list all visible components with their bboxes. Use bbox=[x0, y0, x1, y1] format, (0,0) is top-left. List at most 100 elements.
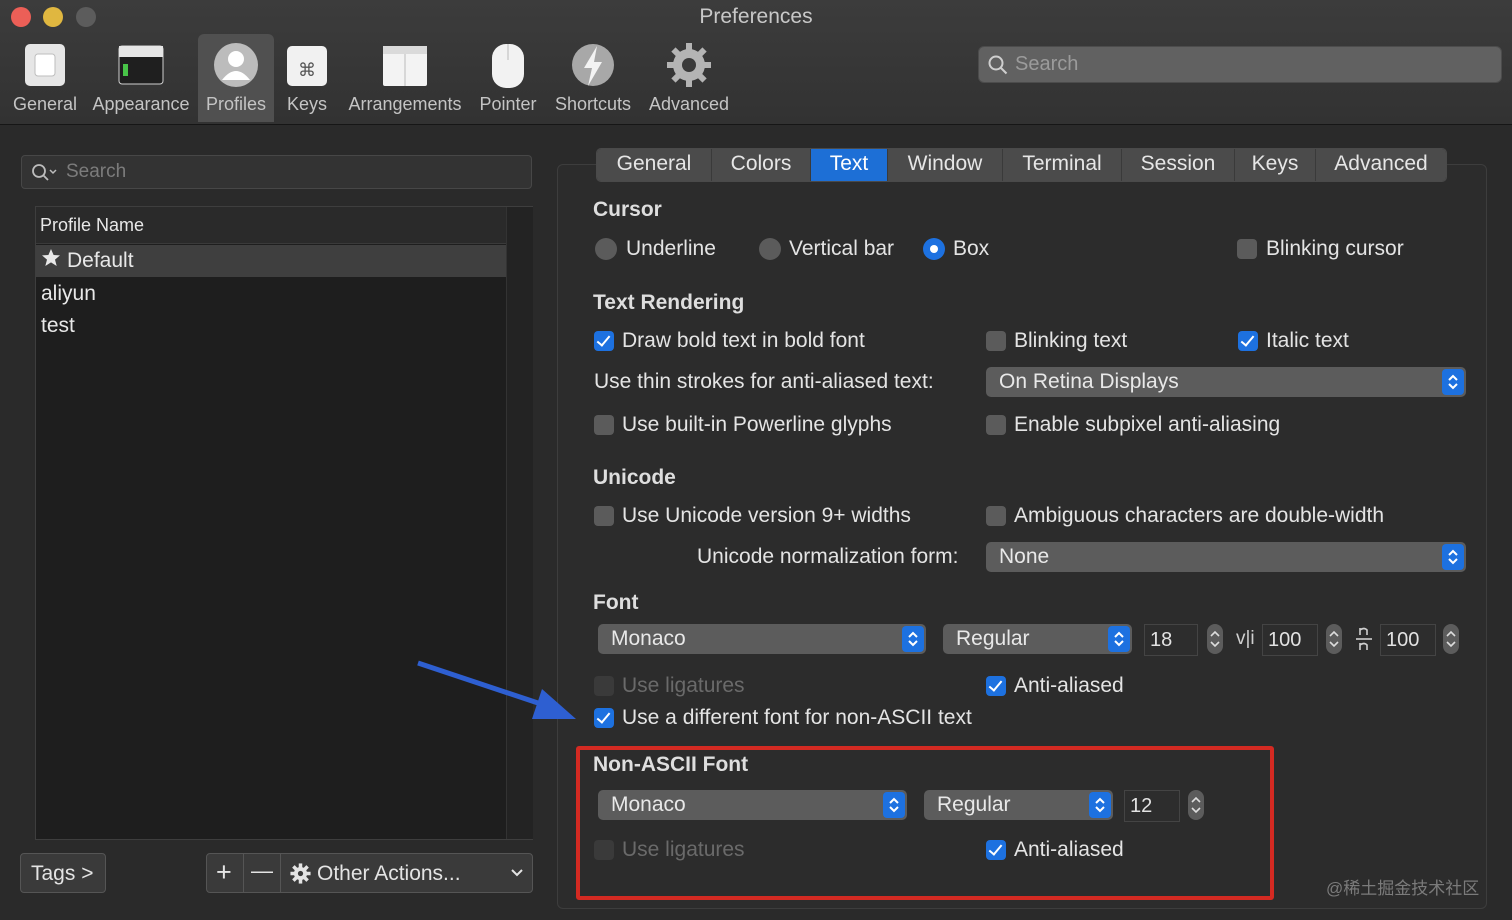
cursor-underline-label[interactable]: Underline bbox=[626, 237, 716, 261]
search-dropdown-icon bbox=[32, 164, 57, 181]
cursor-vertical-bar-label[interactable]: Vertical bar bbox=[789, 237, 894, 261]
font-antialiased-label[interactable]: Anti-aliased bbox=[1014, 674, 1124, 698]
tab-colors[interactable]: Colors bbox=[712, 149, 811, 181]
normalization-form-label: Unicode normalization form: bbox=[697, 545, 959, 568]
bold-font-label[interactable]: Draw bold text in bold font bbox=[622, 329, 865, 353]
font-ligatures-checkbox[interactable] bbox=[594, 676, 614, 696]
normalization-form-popup[interactable]: None bbox=[986, 542, 1466, 572]
tab-window[interactable]: Window bbox=[888, 149, 1003, 181]
profile-name-column-header[interactable]: Profile Name bbox=[36, 207, 506, 244]
profile-row-default[interactable]: Default bbox=[36, 245, 506, 277]
annotation-arrow-icon bbox=[417, 660, 576, 719]
cursor-vertical-bar-radio[interactable] bbox=[759, 238, 781, 260]
text-rendering-heading: Text Rendering bbox=[593, 291, 745, 314]
toolbar-general[interactable]: General bbox=[6, 34, 84, 122]
remove-profile-button[interactable]: — bbox=[244, 854, 281, 892]
blinking-cursor-label[interactable]: Blinking cursor bbox=[1266, 237, 1404, 261]
profile-search-input[interactable] bbox=[66, 156, 506, 188]
toolbar-keys[interactable]: ⌘ Keys bbox=[280, 34, 334, 122]
italic-text-checkbox[interactable] bbox=[1238, 331, 1258, 351]
mouse-pointer-icon bbox=[492, 44, 524, 88]
font-family-value: Monaco bbox=[611, 627, 686, 650]
ambiguous-double-width-label[interactable]: Ambiguous characters are double-width bbox=[1014, 504, 1384, 528]
powerline-glyphs-checkbox[interactable] bbox=[594, 415, 614, 435]
thin-strokes-popup[interactable]: On Retina Displays bbox=[986, 367, 1466, 397]
bold-font-checkbox[interactable] bbox=[594, 331, 614, 351]
horizontal-spacing-value: 100 bbox=[1386, 629, 1420, 651]
non-ascii-font-toggle-label[interactable]: Use a different font for non-ASCII text bbox=[622, 706, 972, 730]
toolbar-label: Arrangements bbox=[348, 94, 462, 114]
font-ligatures-label: Use ligatures bbox=[622, 674, 745, 697]
blinking-text-label[interactable]: Blinking text bbox=[1014, 329, 1127, 353]
lightning-bolt-icon bbox=[572, 44, 614, 86]
arrangements-window-icon bbox=[383, 46, 427, 86]
thin-strokes-label: Use thin strokes for anti-aliased text: bbox=[594, 370, 934, 393]
toolbar-arrangements[interactable]: Arrangements bbox=[342, 34, 468, 122]
tab-keys[interactable]: Keys bbox=[1235, 149, 1316, 181]
vertical-spacing-icon: v|i bbox=[1236, 628, 1255, 649]
toolbar-label: Advanced bbox=[648, 94, 730, 114]
cursor-box-label[interactable]: Box bbox=[953, 237, 989, 261]
profile-search-field[interactable] bbox=[21, 155, 532, 189]
horizontal-spacing-stepper[interactable] bbox=[1443, 624, 1459, 654]
other-actions-label: Other Actions... bbox=[317, 862, 461, 885]
tab-general[interactable]: General bbox=[597, 149, 712, 181]
font-heading: Font bbox=[593, 591, 639, 614]
toolbar-advanced[interactable]: Advanced bbox=[644, 34, 734, 122]
profile-tabs: General Colors Text Window Terminal Sess… bbox=[596, 148, 1447, 182]
appearance-window-icon bbox=[118, 45, 164, 85]
subpixel-aa-checkbox[interactable] bbox=[986, 415, 1006, 435]
profile-row-test[interactable]: test bbox=[36, 310, 506, 342]
svg-text:⌘: ⌘ bbox=[298, 60, 316, 80]
blinking-text-checkbox[interactable] bbox=[986, 331, 1006, 351]
toolbar-appearance[interactable]: Appearance bbox=[88, 34, 194, 122]
non-ascii-font-toggle-checkbox[interactable] bbox=[594, 708, 614, 728]
toolbar-label: Keys bbox=[286, 94, 328, 114]
font-size-field[interactable]: 18 bbox=[1144, 624, 1198, 656]
font-size-stepper[interactable] bbox=[1207, 624, 1223, 654]
search-icon bbox=[988, 55, 1008, 75]
font-style-popup[interactable]: Regular bbox=[943, 624, 1132, 654]
cursor-box-radio[interactable] bbox=[923, 238, 945, 260]
horizontal-spacing-field[interactable]: 100 bbox=[1380, 624, 1436, 656]
subpixel-aa-label[interactable]: Enable subpixel anti-aliasing bbox=[1014, 413, 1280, 437]
profile-name: aliyun bbox=[41, 282, 96, 305]
vertical-spacing-stepper[interactable] bbox=[1326, 624, 1342, 654]
toolbar-search-field[interactable] bbox=[978, 46, 1502, 83]
profile-actions-bar: + — Other Actions... bbox=[206, 853, 533, 893]
profile-person-icon bbox=[214, 43, 258, 87]
tab-terminal[interactable]: Terminal bbox=[1003, 149, 1122, 181]
add-profile-button[interactable]: + bbox=[207, 854, 244, 892]
column-header-label: Profile Name bbox=[40, 215, 145, 235]
annotation-highlight-box bbox=[576, 746, 1274, 900]
profile-row-aliyun[interactable]: aliyun bbox=[36, 278, 506, 310]
font-family-popup[interactable]: Monaco bbox=[598, 624, 926, 654]
popup-arrows-icon bbox=[1442, 369, 1464, 395]
tab-session[interactable]: Session bbox=[1122, 149, 1235, 181]
unicode-9-widths-label[interactable]: Use Unicode version 9+ widths bbox=[622, 504, 911, 528]
toolbar-pointer[interactable]: Pointer bbox=[474, 34, 542, 122]
italic-text-label[interactable]: Italic text bbox=[1266, 329, 1349, 353]
toolbar-profiles[interactable]: Profiles bbox=[198, 34, 274, 122]
other-actions-menu[interactable]: Other Actions... bbox=[281, 854, 532, 892]
powerline-glyphs-label[interactable]: Use built-in Powerline glyphs bbox=[622, 413, 892, 437]
tab-advanced[interactable]: Advanced bbox=[1316, 149, 1446, 181]
blinking-cursor-checkbox[interactable] bbox=[1237, 239, 1257, 259]
vertical-spacing-field[interactable]: 100 bbox=[1262, 624, 1318, 656]
toolbar-search-input[interactable] bbox=[1015, 47, 1485, 82]
command-key-icon: ⌘ bbox=[287, 46, 327, 86]
unicode-heading: Unicode bbox=[593, 466, 676, 489]
ambiguous-double-width-checkbox[interactable] bbox=[986, 506, 1006, 526]
tags-button[interactable]: Tags > bbox=[20, 853, 106, 893]
cursor-heading: Cursor bbox=[593, 198, 662, 221]
toolbar-shortcuts[interactable]: Shortcuts bbox=[548, 34, 638, 122]
unicode-9-widths-checkbox[interactable] bbox=[594, 506, 614, 526]
font-size-value: 18 bbox=[1150, 629, 1173, 651]
gear-icon bbox=[290, 863, 311, 884]
tab-text[interactable]: Text bbox=[811, 149, 888, 181]
cursor-underline-radio[interactable] bbox=[595, 238, 617, 260]
profile-name: Default bbox=[67, 249, 134, 272]
minus-icon: — bbox=[251, 858, 273, 883]
font-antialiased-checkbox[interactable] bbox=[986, 676, 1006, 696]
profile-list-scrollbar[interactable] bbox=[506, 207, 533, 839]
